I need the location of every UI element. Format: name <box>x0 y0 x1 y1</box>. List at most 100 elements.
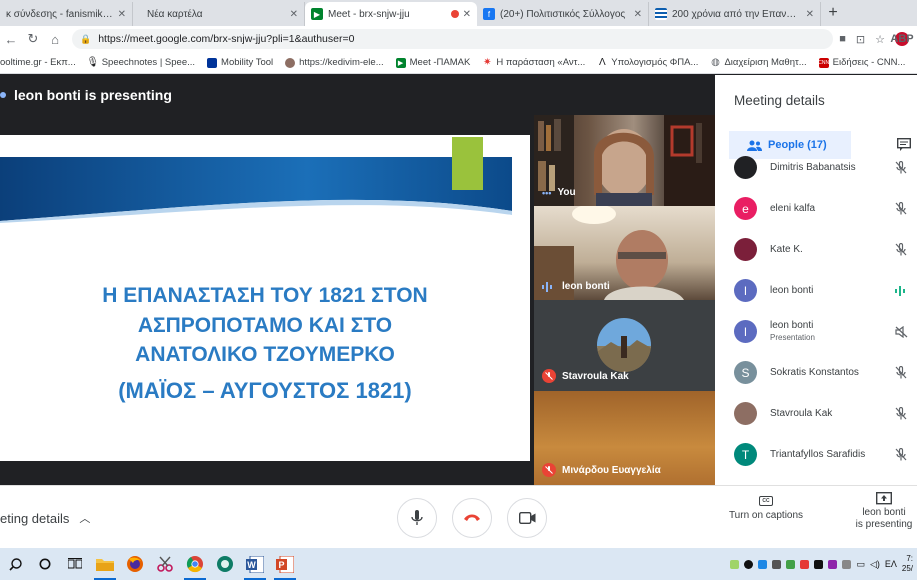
close-tab-icon[interactable]: ✕ <box>118 9 126 20</box>
svg-text:P: P <box>278 560 284 570</box>
taskbar-snipping-tool[interactable] <box>150 548 180 580</box>
slide-green-accent <box>452 137 483 190</box>
camera-button[interactable] <box>507 498 547 538</box>
adblock-icon[interactable]: ABP <box>890 32 914 46</box>
presenter-button[interactable]: leon bonti is presenting <box>846 492 917 531</box>
tray-app-icon[interactable] <box>814 559 824 569</box>
taskbar-word[interactable]: W <box>240 548 270 580</box>
close-tab-icon[interactable]: ✕ <box>634 9 642 20</box>
network-icon[interactable]: ▭ <box>856 559 865 570</box>
volume-icon[interactable]: ◁) <box>870 559 880 570</box>
tile-name: Stavroula Kak <box>542 369 629 383</box>
tray-app-icon[interactable] <box>786 559 796 569</box>
participant-row[interactable]: S Sokratis Konstantos <box>715 352 917 393</box>
tab-title: (20+) Πολιτιστικός Σύλλογος <box>500 8 626 20</box>
tile-name-text: Μινάρδου Ευαγγελία <box>562 464 661 476</box>
captions-button[interactable]: CC Turn on captions <box>722 496 810 521</box>
bookmark-star-icon[interactable]: ☆ <box>875 33 885 46</box>
bookmark-item[interactable]: 🎙 Speechnotes | Spee... <box>86 57 195 68</box>
close-tab-icon[interactable]: ✕ <box>806 9 814 20</box>
taskbar-powerpoint[interactable]: P <box>270 548 300 580</box>
search-icon-button[interactable] <box>0 548 30 580</box>
participant-row[interactable]: Stavroula Kak <box>715 393 917 434</box>
tray-app-icon[interactable] <box>828 559 838 569</box>
microphone-button[interactable] <box>397 498 437 538</box>
taskbar-app[interactable] <box>210 548 240 580</box>
participant-name: Dimitris Babanatsis <box>770 162 891 174</box>
cortana-button[interactable] <box>30 548 60 580</box>
taskbar-firefox[interactable] <box>120 548 150 580</box>
mic-off-icon <box>891 161 911 174</box>
participant-row[interactable]: Dimitris Babanatsis <box>715 147 917 188</box>
participant-row[interactable]: l leon bonti Presentation <box>715 311 917 352</box>
bookmark-item[interactable]: ✷ Η παράσταση «Αντ... <box>482 57 585 68</box>
close-tab-icon[interactable]: ✕ <box>290 9 298 20</box>
reload-icon[interactable]: ↻ <box>22 31 44 47</box>
browser-tab[interactable]: Νέα καρτέλα ✕ <box>133 2 305 26</box>
browser-tab[interactable]: f (20+) Πολιτιστικός Σύλλογος ✕ <box>477 2 649 26</box>
task-view-button[interactable] <box>60 548 90 580</box>
back-icon[interactable]: ← <box>0 32 22 47</box>
hang-up-icon <box>464 514 480 521</box>
close-tab-icon[interactable]: ✕ <box>463 9 471 20</box>
bookmark-item[interactable]: Λ Υπολογισμός ΦΠΑ... <box>597 57 699 68</box>
new-tab-button[interactable]: + <box>821 2 845 26</box>
meet-main: leon bonti is presenting Η ΕΠΑΝΑΣΤΑΣΗ ΤΟ… <box>0 75 917 548</box>
camera-icon[interactable]: ■ <box>839 33 846 45</box>
taskbar-chrome[interactable] <box>180 548 210 580</box>
call-controls-bar: eting details ︿ CC Turn on captions leon… <box>0 485 917 548</box>
video-tile-you[interactable]: ••• You <box>534 115 715 206</box>
participant-row[interactable]: T Triantafyllos Sarafidis <box>715 434 917 475</box>
tray-app-icon[interactable] <box>772 559 782 569</box>
participant-name-text: Triantafyllos Sarafidis <box>770 448 866 460</box>
participant-row[interactable]: e eleni kalfa <box>715 188 917 229</box>
powerpoint-icon: P <box>276 555 294 573</box>
browser-tab[interactable]: 200 χρόνια από την Επανάστ ✕ <box>649 2 821 26</box>
tray-app-icon[interactable] <box>842 559 852 569</box>
recording-icon <box>450 10 459 18</box>
participant-name-text: Sokratis Konstantos <box>770 366 859 378</box>
facebook-icon: f <box>483 8 495 20</box>
video-tile-minardou[interactable]: Μινάρδου Ευαγγελία <box>534 391 715 485</box>
home-icon[interactable]: ⌂ <box>44 32 66 47</box>
url-text: https://meet.google.com/brx-snjw-jju?pli… <box>98 33 355 45</box>
participant-name-text: Dimitris Babanatsis <box>770 161 856 173</box>
bookmark-label: Ειδήσεις - CNN... <box>832 57 906 68</box>
browser-tab-active[interactable]: ▶ Meet - brx-snjw-jju ✕ <box>305 2 477 26</box>
bookmark-item[interactable]: https://kedivim-ele... <box>285 57 384 68</box>
url-field[interactable]: 🔒 https://meet.google.com/brx-snjw-jju?p… <box>72 29 834 49</box>
video-tile-leon-bonti[interactable]: leon bonti <box>534 206 715 300</box>
participant-row[interactable]: Kate K. <box>715 229 917 270</box>
video-tile-stavroula-kak[interactable]: Stavroula Kak <box>534 300 715 391</box>
tile-name: leon bonti <box>542 281 610 292</box>
tab-title: Meet - brx-snjw-jju <box>328 8 410 20</box>
participant-name: leon bonti Presentation <box>770 320 891 344</box>
bookmark-item[interactable]: ◍ Διαχείριση Μαθητ... <box>710 57 807 68</box>
participant-name-text: leon bonti <box>770 284 814 296</box>
translate-icon[interactable]: ⊡ <box>856 33 865 46</box>
tray-app-icon[interactable] <box>758 559 768 569</box>
star-icon: ✷ <box>483 57 492 68</box>
leave-call-button[interactable] <box>452 498 492 538</box>
presenting-text: leon bonti is presenting <box>14 87 172 103</box>
tray-app-icon[interactable] <box>730 559 740 569</box>
panel-title: Meeting details <box>734 93 825 108</box>
participant-row[interactable]: l leon bonti <box>715 270 917 311</box>
meeting-details-panel: Meeting details People (17) Dimitris Bab… <box>715 75 917 485</box>
bookmark-label: Meet -ΠΑΜΑΚ <box>409 57 471 68</box>
clock[interactable]: 7: 25/ <box>902 554 913 574</box>
meeting-details-toggle[interactable]: eting details ︿ <box>0 510 90 526</box>
mic-off-icon <box>891 243 911 256</box>
bookmark-item[interactable]: ooltime.gr - Εκπ... <box>0 57 76 68</box>
bookmark-item[interactable]: ▶ Meet -ΠΑΜΑΚ <box>395 57 471 68</box>
audio-level-icon <box>891 285 911 296</box>
language-indicator[interactable]: ΕΛ <box>885 559 897 569</box>
audio-level-icon <box>542 281 552 292</box>
taskbar-file-explorer[interactable] <box>90 548 120 580</box>
browser-tab[interactable]: κ σύνδεσης - fanismikiotti@... ✕ <box>0 2 133 26</box>
tray-app-icon[interactable] <box>744 559 754 569</box>
participant-name: eleni kalfa <box>770 203 891 215</box>
bookmark-item[interactable]: Mobility Tool <box>207 57 273 68</box>
tray-app-icon[interactable] <box>800 559 810 569</box>
bookmark-item[interactable]: CNN Ειδήσεις - CNN... <box>818 57 906 68</box>
